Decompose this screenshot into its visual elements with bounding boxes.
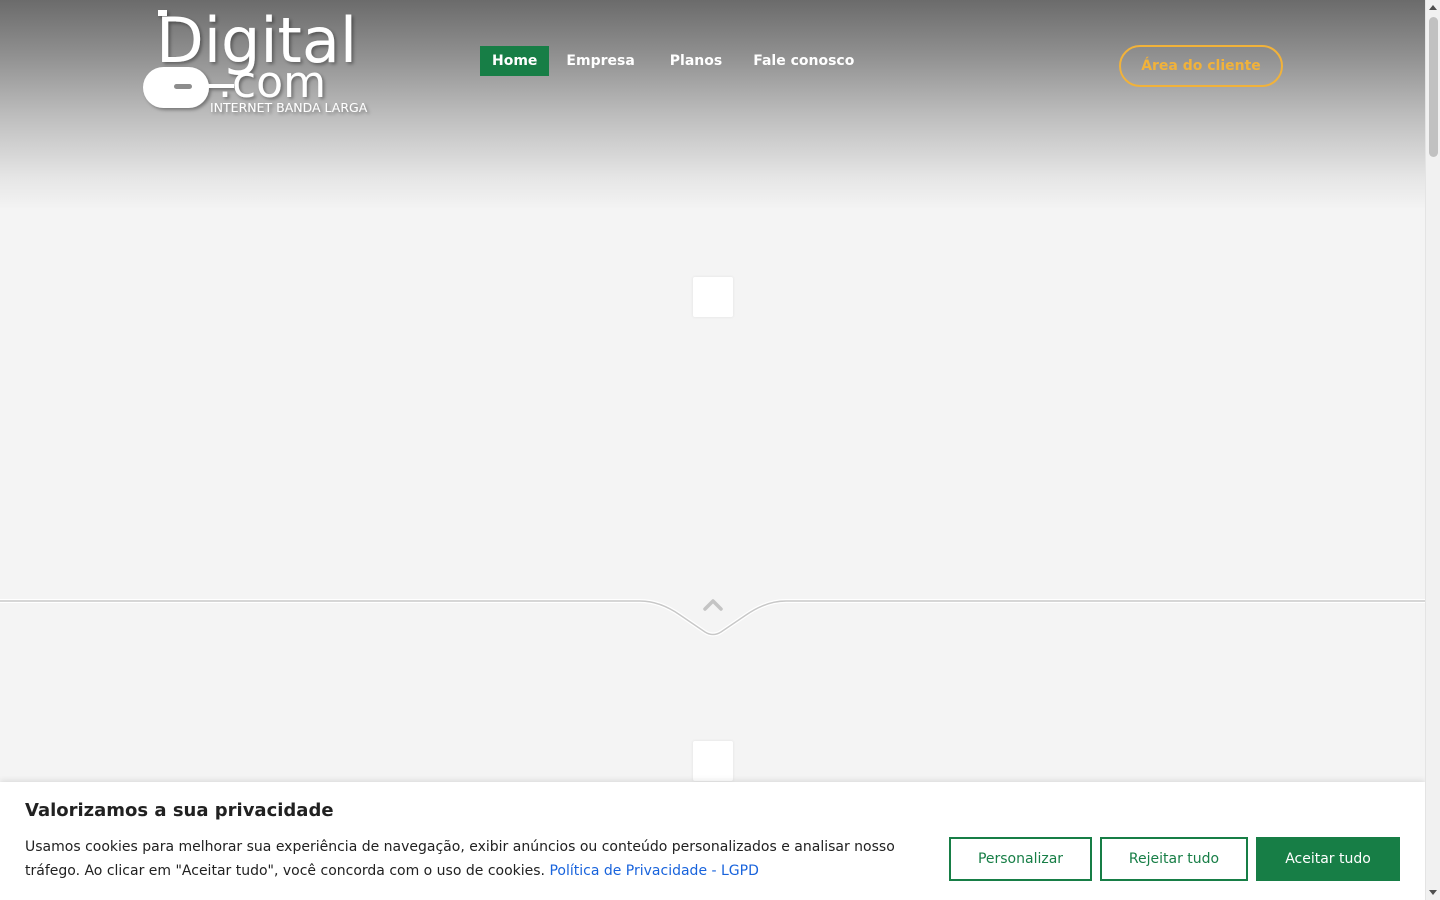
scroll-down-arrow-icon[interactable] — [1429, 890, 1437, 895]
client-area-button[interactable]: Área do cliente — [1119, 45, 1283, 87]
nav-item-empresa[interactable]: Empresa — [554, 46, 646, 76]
page: Digital .com INTERNET BANDA LARGA Home E… — [0, 0, 1425, 900]
cookie-consent-banner: Valorizamos a sua privacidade Usamos coo… — [0, 782, 1425, 900]
section-divider — [0, 599, 1425, 637]
loading-placeholder — [693, 741, 733, 781]
nav-item-planos[interactable]: Planos — [658, 46, 734, 76]
cookie-banner-text: Usamos cookies para melhorar sua experiê… — [25, 835, 915, 883]
nav-item-fale-conosco[interactable]: Fale conosco — [741, 46, 866, 76]
nav-item-home[interactable]: Home — [480, 46, 550, 76]
logo[interactable]: Digital .com INTERNET BANDA LARGA — [140, 2, 380, 117]
main-nav: Home Empresa Planos Fale conosco — [480, 46, 871, 76]
reject-all-button[interactable]: Rejeitar tudo — [1100, 837, 1248, 881]
cookie-banner-title: Valorizamos a sua privacidade — [25, 800, 334, 821]
scroll-up-arrow-icon[interactable] — [1429, 5, 1437, 10]
customize-button[interactable]: Personalizar — [949, 837, 1092, 881]
cookie-banner-description: Usamos cookies para melhorar sua experiê… — [25, 839, 895, 879]
privacy-policy-link[interactable]: Política de Privacidade - LGPD — [549, 863, 758, 879]
site-header: Digital .com INTERNET BANDA LARGA Home E… — [0, 0, 1425, 210]
vertical-scrollbar[interactable] — [1425, 0, 1440, 900]
chevron-up-icon[interactable] — [703, 599, 723, 611]
accept-all-button[interactable]: Aceitar tudo — [1256, 837, 1400, 881]
loading-placeholder — [693, 277, 733, 317]
logo-tagline: INTERNET BANDA LARGA — [210, 100, 368, 115]
scrollbar-thumb[interactable] — [1429, 17, 1438, 157]
